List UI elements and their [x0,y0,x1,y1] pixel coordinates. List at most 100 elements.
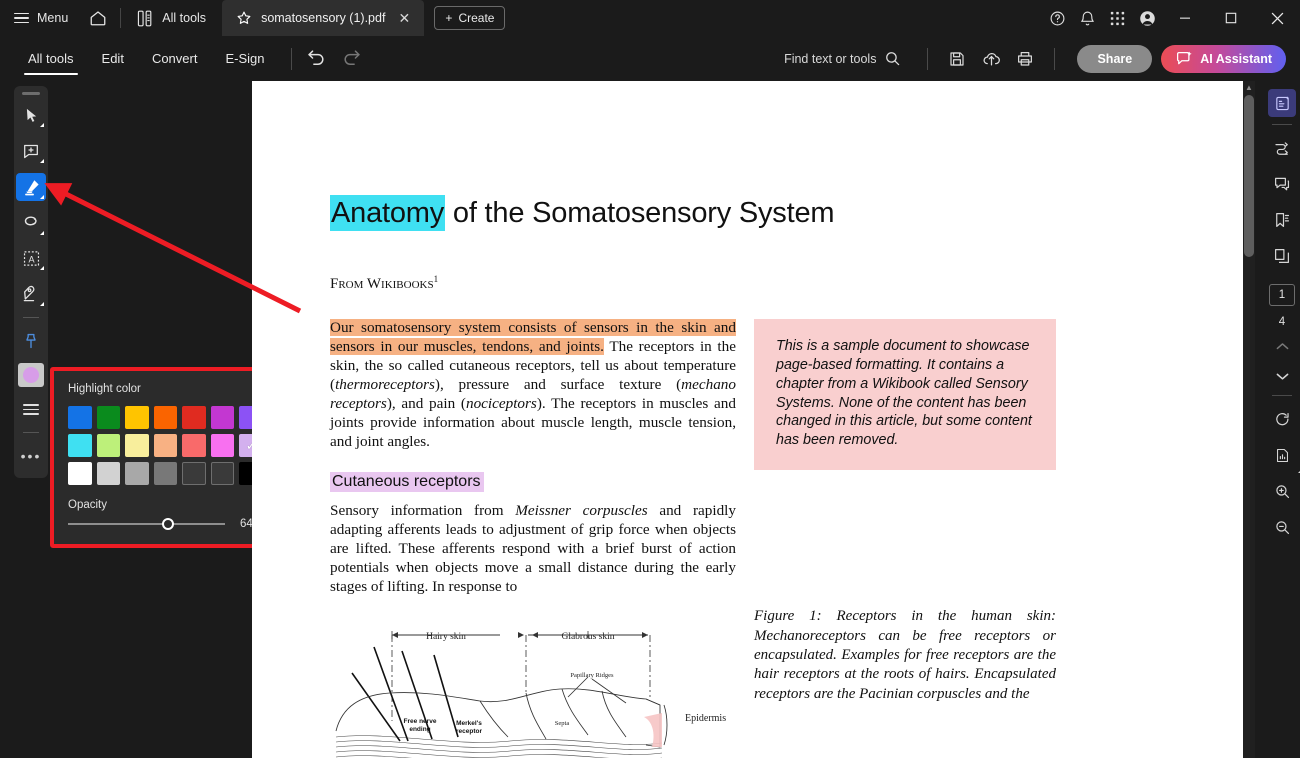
organize-pages-panel-button[interactable] [1268,134,1296,162]
scrollbar-thumb[interactable] [1244,95,1254,257]
zoom-in-button[interactable] [1268,477,1296,505]
title-bar: Menu All tools somatosensory (1).pdf ✕ +… [0,0,1300,36]
color-swatch-0[interactable] [68,406,92,429]
next-page-button[interactable] [1268,364,1296,388]
opacity-slider-knob[interactable] [162,518,175,530]
color-swatch-16[interactable] [125,462,149,485]
previous-page-button[interactable] [1268,334,1296,358]
draw-tool[interactable] [16,209,46,237]
color-swatch-1[interactable] [96,406,121,429]
ai-sparkle-icon [1177,51,1192,64]
notifications-button[interactable] [1072,0,1102,36]
paragraph-intro: Our somatosensory system consists of sen… [330,319,736,451]
current-page-field[interactable]: 1 [1269,284,1295,306]
tab-convert[interactable]: Convert [138,36,212,81]
create-button[interactable]: + Create [434,6,506,30]
color-swatch-14[interactable] [68,462,92,485]
minimize-icon [1180,17,1190,19]
maximize-button[interactable] [1208,0,1254,36]
apps-button[interactable] [1102,0,1132,36]
redo-button[interactable] [341,47,362,70]
document-viewport[interactable]: Anatomy of the Somatosensory System From… [252,81,1255,758]
pin-tool[interactable] [16,327,46,355]
chevron-expand-icon [40,230,44,235]
rotate-button[interactable] [1268,405,1296,433]
upload-button[interactable] [974,42,1008,76]
bookmark-list-icon [1276,213,1290,227]
account-button[interactable] [1132,0,1162,36]
color-swatch-8[interactable] [96,434,121,457]
color-swatch-15[interactable] [96,462,121,485]
color-swatch-17[interactable] [153,462,178,485]
color-swatch-2[interactable] [125,406,149,429]
color-swatch-7[interactable] [68,434,92,457]
all-tools-button[interactable]: All tools [125,0,222,36]
document-scrollbar[interactable]: ▲ [1243,81,1255,758]
opacity-slider[interactable] [68,517,225,531]
color-swatch-10[interactable] [153,434,178,457]
menu-label: Menu [37,11,69,25]
color-swatch-3[interactable] [153,406,178,429]
color-swatch-9[interactable] [125,434,149,457]
page-thumbnails-panel-button[interactable] [1268,242,1296,270]
menu-button[interactable]: Menu [0,0,80,36]
hamburger-icon [14,12,29,24]
color-swatch-19[interactable] [210,462,235,485]
current-color-swatch[interactable] [18,362,44,387]
title-highlighted-word: Anatomy [330,195,446,231]
color-swatch-11[interactable] [182,434,206,457]
color-swatch-4[interactable] [182,406,206,429]
print-button[interactable] [1008,42,1042,76]
ai-assistant-button[interactable]: AI Assistant [1161,44,1286,73]
paragraph-cutaneous: Sensory information from Meissner corpus… [330,502,736,596]
figure-spacer [754,470,1056,598]
minimize-button[interactable] [1162,0,1208,36]
tab-esign[interactable]: E-Sign [211,36,278,81]
save-button[interactable] [940,42,974,76]
ai-summary-panel-button[interactable] [1268,89,1296,117]
highlight-tool[interactable] [16,173,46,201]
highlight-color-popover: Highlight color ✓ Opacity 64% [50,367,281,548]
search-icon[interactable] [884,50,901,67]
scroll-up-icon[interactable]: ▲ [1243,81,1255,93]
comment-tool[interactable] [16,137,46,165]
select-tool[interactable] [16,102,46,130]
share-button[interactable]: Share [1077,44,1153,73]
chevron-expand-icon [40,194,44,199]
slider-line [68,523,225,525]
star-icon[interactable] [236,10,252,26]
label-papillary-ridges: Papillary Ridges [570,672,614,679]
zoom-in-icon [1275,484,1289,498]
tab-all-tools[interactable]: All tools [14,36,88,81]
stamp-tool[interactable] [16,280,46,308]
more-options-button[interactable]: ••• [16,442,46,470]
right-sidebar: 1 4 [1264,81,1300,758]
color-swatch-5[interactable] [210,406,235,429]
tab-edit[interactable]: Edit [88,36,138,81]
rail-divider [23,316,39,318]
home-button[interactable] [80,0,116,36]
chevron-expand-icon [40,159,44,164]
rail-divider-2 [23,432,39,434]
undo-button[interactable] [306,47,327,70]
document-tab[interactable]: somatosensory (1).pdf ✕ [222,0,425,36]
properties-button[interactable] [16,396,46,424]
footnote-marker: 1 [433,274,439,284]
toolbar-right-group: Find text or tools Share AI Assistant [784,42,1286,76]
window-close-button[interactable] [1254,0,1300,36]
bookmarks-panel-button[interactable] [1268,206,1296,234]
find-input[interactable]: Find text or tools [784,50,915,67]
color-swatch-18[interactable] [182,462,206,485]
help-button[interactable] [1042,0,1072,36]
close-icon[interactable]: ✕ [394,8,414,28]
text-box-tool[interactable]: A [16,245,46,273]
comments-panel-button[interactable] [1268,170,1296,198]
right-rail-divider [1272,124,1292,125]
fit-page-button[interactable] [1268,441,1300,473]
main-toolbar: All tools Edit Convert E-Sign Find text … [0,36,1300,81]
color-swatch-12[interactable] [210,434,235,457]
annotation-toolbar: A ••• [14,86,48,478]
rail-drag-handle[interactable] [22,92,40,95]
zoom-out-button[interactable] [1268,513,1296,541]
rotate-cw-icon [1275,412,1289,425]
